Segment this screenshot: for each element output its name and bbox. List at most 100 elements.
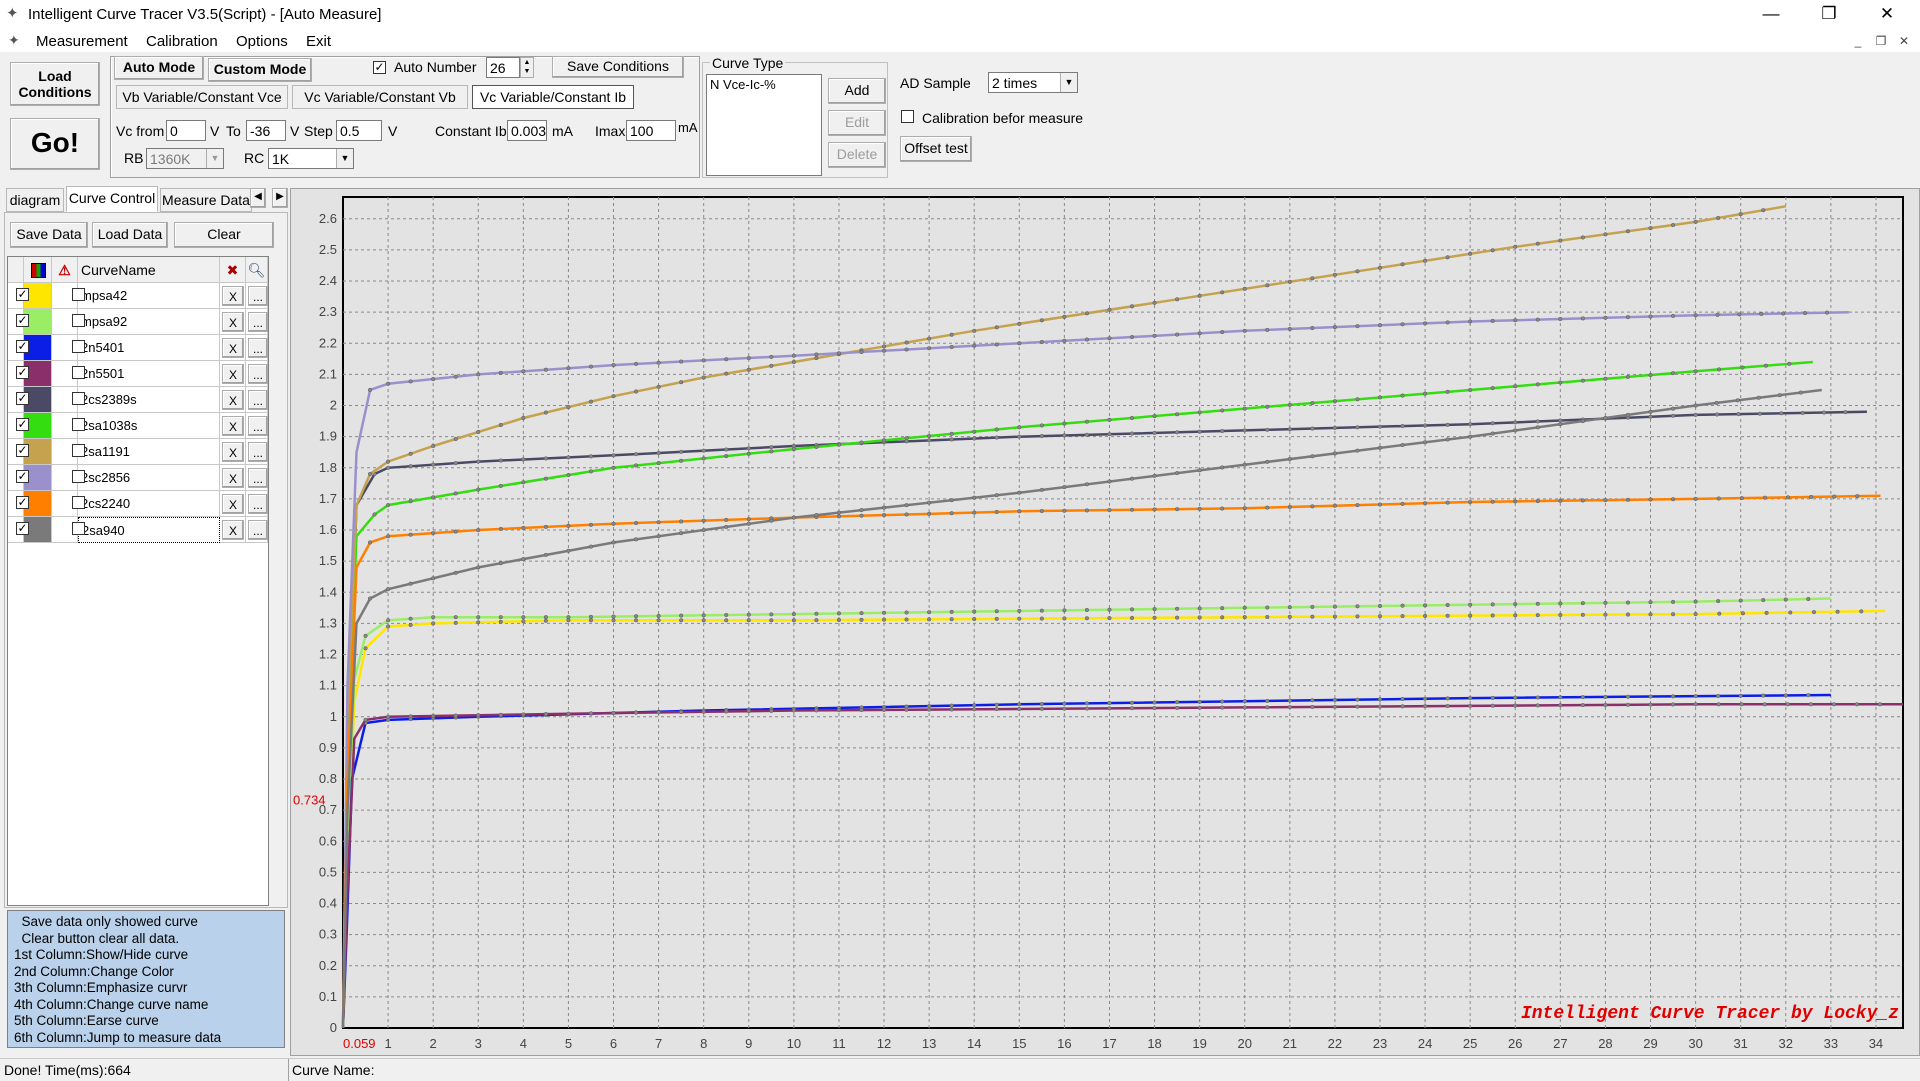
tab-vb-variable[interactable]: Vb Variable/Constant Vce xyxy=(116,85,288,109)
series-point xyxy=(1152,414,1157,419)
emphasize-checkbox[interactable] xyxy=(72,314,85,327)
jump-to-data-button[interactable]: ... xyxy=(248,338,268,358)
restore-button[interactable]: ❐ xyxy=(1806,0,1852,30)
show-curve-checkbox[interactable]: ✓ xyxy=(16,392,29,405)
tab-scroll-left-icon[interactable]: ◀ xyxy=(250,188,266,208)
curve-name-cell[interactable]: 2sa940 xyxy=(78,517,220,543)
erase-curve-button[interactable]: X xyxy=(222,390,244,410)
menu-exit[interactable]: Exit xyxy=(306,33,331,50)
series-point xyxy=(1716,599,1721,604)
clear-button[interactable]: Clear xyxy=(174,222,274,248)
auto-number-checkbox[interactable]: ✓ xyxy=(373,61,386,74)
curve-name-cell[interactable]: 2sc2856 xyxy=(78,465,220,491)
jump-to-data-button[interactable]: ... xyxy=(248,442,268,462)
jump-to-data-button[interactable]: ... xyxy=(248,390,268,410)
calibration-checkbox[interactable] xyxy=(901,110,914,123)
x-tick-label: 12 xyxy=(877,1036,891,1051)
erase-curve-button[interactable]: X xyxy=(222,520,244,540)
emphasize-checkbox[interactable] xyxy=(72,418,85,431)
emphasize-checkbox[interactable] xyxy=(72,340,85,353)
curve-name-cell[interactable]: 2cs2240 xyxy=(78,491,220,517)
imax-input[interactable]: 100 xyxy=(626,120,676,141)
edit-curve-type-button[interactable]: Edit xyxy=(828,110,886,136)
close-button[interactable]: ✕ xyxy=(1864,0,1910,30)
curve-name-cell[interactable]: 2n5401 xyxy=(78,335,220,361)
offset-test-button[interactable]: Offset test xyxy=(900,136,972,162)
curve-name-cell[interactable]: 2sa1038s xyxy=(78,413,220,439)
to-input[interactable]: -36 xyxy=(246,120,286,141)
curve-name-cell[interactable]: mpsa42 xyxy=(78,283,220,309)
show-curve-checkbox[interactable]: ✓ xyxy=(16,522,29,535)
emphasize-checkbox[interactable] xyxy=(72,288,85,301)
auto-number-input[interactable]: 26 xyxy=(486,57,520,78)
series-point xyxy=(521,712,526,717)
emphasize-checkbox[interactable] xyxy=(72,470,85,483)
show-curve-checkbox[interactable]: ✓ xyxy=(16,288,29,301)
curve-type-item[interactable]: N Vce-Ic-% xyxy=(710,77,818,92)
jump-to-data-button[interactable]: ... xyxy=(248,364,268,384)
jump-to-data-button[interactable]: ... xyxy=(248,494,268,514)
go-button[interactable]: Go! xyxy=(10,118,100,170)
mdi-restore-button[interactable]: ❐ xyxy=(1873,33,1889,49)
emphasize-checkbox[interactable] xyxy=(72,366,85,379)
vc-from-input[interactable]: 0 xyxy=(166,120,206,141)
custom-mode-button[interactable]: Custom Mode xyxy=(208,58,312,82)
menu-options[interactable]: Options xyxy=(236,33,288,50)
tab-diagram[interactable]: diagram xyxy=(6,188,64,212)
tab-scroll-right-icon[interactable]: ▶ xyxy=(272,188,288,208)
curve-chart[interactable]: 1 2 3 4 5 6 7 8 9 10 11 12 13 14 15 16 17 18 19 20 21 22 23 24 2… xyxy=(291,189,1919,1055)
emphasize-checkbox[interactable] xyxy=(72,444,85,457)
rc-dropdown-arrow-icon[interactable]: ▼ xyxy=(336,149,353,168)
load-conditions-button[interactable]: Load Conditions xyxy=(10,62,100,106)
show-curve-checkbox[interactable]: ✓ xyxy=(16,470,29,483)
curve-name-cell[interactable]: 2n5501 xyxy=(78,361,220,387)
curve-name-cell[interactable]: 2cs2389s xyxy=(78,387,220,413)
jump-to-data-button[interactable]: ... xyxy=(248,468,268,488)
mdi-close-button[interactable]: ✕ xyxy=(1896,33,1912,49)
show-curve-checkbox[interactable]: ✓ xyxy=(16,418,29,431)
help-line: Clear button clear all data. xyxy=(14,930,180,946)
mdi-minimize-button[interactable]: _ xyxy=(1850,33,1866,49)
show-curve-checkbox[interactable]: ✓ xyxy=(16,340,29,353)
save-data-button[interactable]: Save Data xyxy=(10,222,88,248)
erase-curve-button[interactable]: X xyxy=(222,442,244,462)
show-curve-checkbox[interactable]: ✓ xyxy=(16,444,29,457)
minimize-button[interactable]: — xyxy=(1748,0,1794,30)
emphasize-checkbox[interactable] xyxy=(72,392,85,405)
auto-mode-button[interactable]: Auto Mode xyxy=(114,56,204,80)
load-data-button[interactable]: Load Data xyxy=(92,222,168,248)
jump-to-data-button[interactable]: ... xyxy=(248,312,268,332)
tab-curve-control[interactable]: Curve Control xyxy=(66,186,158,212)
erase-curve-button[interactable]: X xyxy=(222,416,244,436)
emphasize-checkbox[interactable] xyxy=(72,522,85,535)
curve-type-list[interactable]: N Vce-Ic-% xyxy=(706,74,822,176)
erase-curve-button[interactable]: X xyxy=(222,494,244,514)
erase-curve-button[interactable]: X xyxy=(222,286,244,306)
show-curve-checkbox[interactable]: ✓ xyxy=(16,496,29,509)
rb-dropdown-arrow-icon[interactable]: ▼ xyxy=(206,149,223,168)
show-curve-checkbox[interactable]: ✓ xyxy=(16,314,29,327)
erase-curve-button[interactable]: X xyxy=(222,312,244,332)
add-curve-type-button[interactable]: Add xyxy=(828,78,886,104)
menu-measurement[interactable]: Measurement xyxy=(36,33,128,50)
auto-number-spinner[interactable]: ▲ ▼ xyxy=(520,57,534,78)
jump-to-data-button[interactable]: ... xyxy=(248,416,268,436)
jump-to-data-button[interactable]: ... xyxy=(248,286,268,306)
erase-curve-button[interactable]: X xyxy=(222,364,244,384)
emphasize-checkbox[interactable] xyxy=(72,496,85,509)
tab-measure-data[interactable]: Measure Data xyxy=(160,188,252,212)
show-curve-checkbox[interactable]: ✓ xyxy=(16,366,29,379)
step-input[interactable]: 0.5 xyxy=(336,120,382,141)
erase-curve-button[interactable]: X xyxy=(222,338,244,358)
jump-to-data-button[interactable]: ... xyxy=(248,520,268,540)
ad-sample-dropdown-arrow-icon[interactable]: ▼ xyxy=(1060,73,1077,92)
delete-curve-type-button[interactable]: Delete xyxy=(828,142,886,168)
menu-calibration[interactable]: Calibration xyxy=(146,33,218,50)
constant-ib-input[interactable]: 0.003 xyxy=(507,120,547,141)
curve-name-cell[interactable]: 2sa1191 xyxy=(78,439,220,465)
tab-vc-variable-vb[interactable]: Vc Variable/Constant Vb xyxy=(292,85,468,109)
curve-name-cell[interactable]: mpsa92 xyxy=(78,309,220,335)
tab-vc-variable-ib[interactable]: Vc Variable/Constant Ib xyxy=(472,85,634,109)
save-conditions-button[interactable]: Save Conditions xyxy=(552,56,684,78)
erase-curve-button[interactable]: X xyxy=(222,468,244,488)
